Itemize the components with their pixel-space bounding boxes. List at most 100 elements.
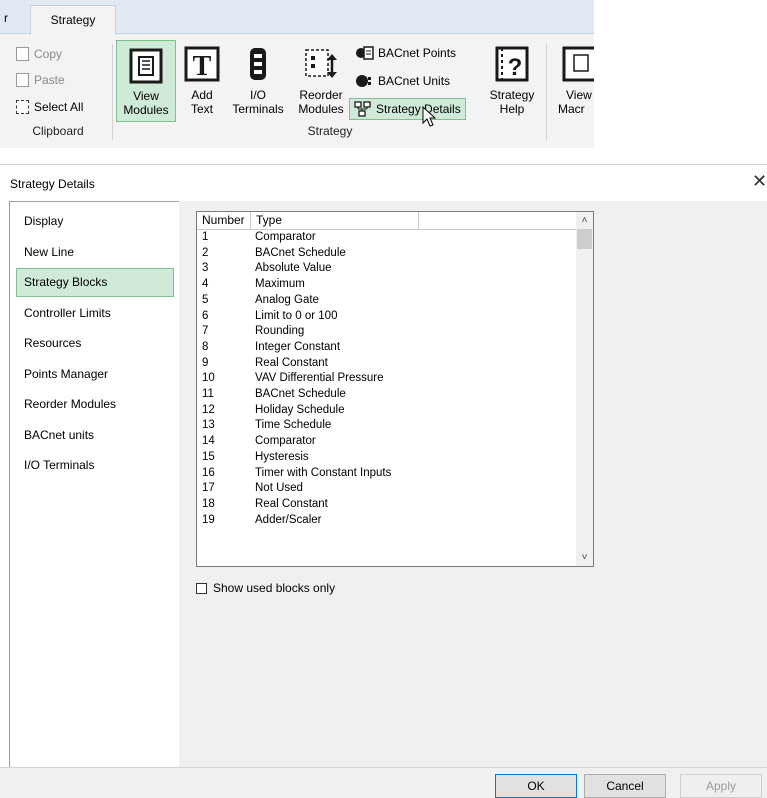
row-type: Time Schedule (255, 419, 332, 432)
bacnet-points-button[interactable]: BACnet Points (352, 42, 460, 64)
close-icon[interactable]: ✕ (752, 171, 767, 192)
table-row[interactable]: 1 Comparator (197, 230, 578, 246)
nav-item-reorder-modules[interactable]: Reorder Modules (16, 390, 174, 419)
table-row[interactable]: 11 BACnet Schedule (197, 387, 578, 403)
row-type: Adder/Scaler (255, 513, 322, 526)
svg-text:?: ? (508, 54, 523, 81)
svg-text:T: T (193, 51, 212, 82)
tab-strategy[interactable]: Strategy (30, 5, 116, 35)
scroll-down-icon[interactable]: ˅ (576, 549, 593, 566)
table-row[interactable]: 18 Real Constant (197, 497, 578, 513)
scroll-up-icon[interactable]: ˄ (576, 212, 593, 229)
table-row[interactable]: 14 Comparator (197, 434, 578, 450)
table-row[interactable]: 13 Time Schedule (197, 418, 578, 434)
io-terminals-label-2: Terminals (232, 102, 284, 116)
strategy-details-button[interactable]: Strategy Details (349, 98, 466, 120)
add-text-button[interactable]: T Add Text (180, 40, 224, 122)
table-row[interactable]: 3 Absolute Value (197, 261, 578, 277)
table-row[interactable]: 4 Maximum (197, 277, 578, 293)
strategy-details-label: Strategy Details (376, 102, 461, 116)
bacnet-units-button[interactable]: BACnet Units (352, 70, 454, 92)
row-number: 18 (202, 497, 215, 510)
select-all-icon (16, 100, 29, 114)
column-header-extra[interactable] (419, 212, 578, 230)
table-row[interactable]: 12 Holiday Schedule (197, 403, 578, 419)
row-type: Limit to 0 or 100 (255, 309, 338, 322)
strategy-help-label-2: Help (499, 102, 525, 116)
vertical-scrollbar[interactable]: ˄ ˅ (576, 212, 593, 566)
paste-button[interactable]: Paste (16, 70, 65, 90)
tab-previous-fragment[interactable]: r (4, 11, 8, 25)
view-modules-icon (129, 48, 163, 84)
table-row[interactable]: 7 Rounding (197, 324, 578, 340)
reorder-modules-label-1: Reorder (299, 88, 343, 102)
table-row[interactable]: 2 BACnet Schedule (197, 246, 578, 262)
table-row[interactable]: 5 Analog Gate (197, 293, 578, 309)
io-terminals-button[interactable]: I/O Terminals (226, 40, 290, 122)
select-all-button[interactable]: Select All (16, 97, 83, 117)
reorder-modules-button[interactable]: Reorder Modules (292, 40, 350, 122)
row-number: 17 (202, 482, 215, 495)
row-type: VAV Differential Pressure (255, 372, 384, 385)
strategy-details-icon (354, 101, 371, 117)
group-separator (546, 44, 547, 140)
view-modules-label-1: View (133, 89, 159, 103)
strategy-blocks-list[interactable]: Number Type 1 Comparator 2 BACnet Schedule 3… (196, 211, 594, 567)
view-modules-button[interactable]: View Modules (116, 40, 176, 122)
row-number: 13 (202, 419, 215, 432)
ribbon-tabstrip: r Strategy (0, 0, 594, 35)
apply-button[interactable]: Apply (680, 774, 762, 798)
help-icon: ? (495, 46, 529, 82)
table-row[interactable]: 15 Hysteresis (197, 450, 578, 466)
scroll-thumb[interactable] (577, 229, 592, 249)
row-type: BACnet Schedule (255, 246, 346, 259)
nav-item-controller-limits[interactable]: Controller Limits (16, 299, 174, 328)
table-row[interactable]: 19 Adder/Scaler (197, 513, 578, 529)
add-text-label-2: Text (190, 102, 213, 116)
copy-button[interactable]: Copy (16, 44, 62, 64)
nav-item-display[interactable]: Display (16, 207, 174, 236)
strategy-help-button[interactable]: ? Strategy Help (484, 40, 540, 122)
clipboard-group-label: Clipboard (32, 124, 84, 138)
ok-button[interactable]: OK (495, 774, 577, 798)
row-number: 6 (202, 309, 209, 322)
nav-item-resources[interactable]: Resources (16, 329, 174, 358)
row-number: 11 (202, 388, 214, 400)
table-row[interactable]: 8 Integer Constant (197, 340, 578, 356)
table-row[interactable]: 6 Limit to 0 or 100 (197, 309, 578, 325)
row-number: 14 (202, 435, 215, 448)
reorder-modules-icon (305, 49, 337, 78)
row-number: 3 (202, 262, 209, 275)
add-text-icon: T (184, 46, 220, 82)
nav-item-strategy-blocks[interactable]: Strategy Blocks (16, 268, 174, 297)
view-macro-label-1: View (566, 88, 592, 102)
copy-icon (16, 47, 29, 61)
paste-label: Paste (34, 73, 65, 87)
row-number: 19 (202, 513, 215, 526)
nav-item-i-o-terminals[interactable]: I/O Terminals (16, 451, 174, 480)
row-type: Comparator (255, 231, 316, 243)
table-row[interactable]: 16 Timer with Constant Inputs (197, 466, 578, 482)
row-type: BACnet Schedule (255, 388, 346, 400)
row-type: Hysteresis (255, 450, 309, 463)
nav-item-bacnet-units[interactable]: BACnet units (16, 421, 174, 450)
column-header-type[interactable]: Type (251, 212, 419, 230)
select-all-label: Select All (34, 100, 84, 114)
table-row[interactable]: 17 Not Used (197, 481, 578, 497)
table-row[interactable]: 10 VAV Differential Pressure (197, 371, 578, 387)
checkbox-box[interactable] (196, 582, 207, 594)
table-row[interactable]: 9 Real Constant (197, 356, 578, 372)
show-used-blocks-checkbox[interactable]: Show used blocks only (196, 581, 335, 595)
row-number: 10 (202, 372, 215, 385)
dialog-content: Number Type 1 Comparator 2 BACnet Schedule 3… (179, 201, 767, 767)
ribbon: r Strategy Copy Paste Select All Clipboa… (0, 0, 594, 148)
io-terminals-icon (250, 48, 266, 80)
nav-item-new-line[interactable]: New Line (16, 238, 174, 267)
row-type: Absolute Value (255, 262, 332, 275)
view-macro-button[interactable]: View Macr (554, 40, 594, 122)
cancel-button[interactable]: Cancel (584, 774, 666, 798)
nav-item-points-manager[interactable]: Points Manager (16, 360, 174, 389)
column-header-number[interactable]: Number (197, 212, 251, 230)
row-number: 8 (202, 340, 209, 353)
row-type: Real Constant (255, 356, 328, 369)
